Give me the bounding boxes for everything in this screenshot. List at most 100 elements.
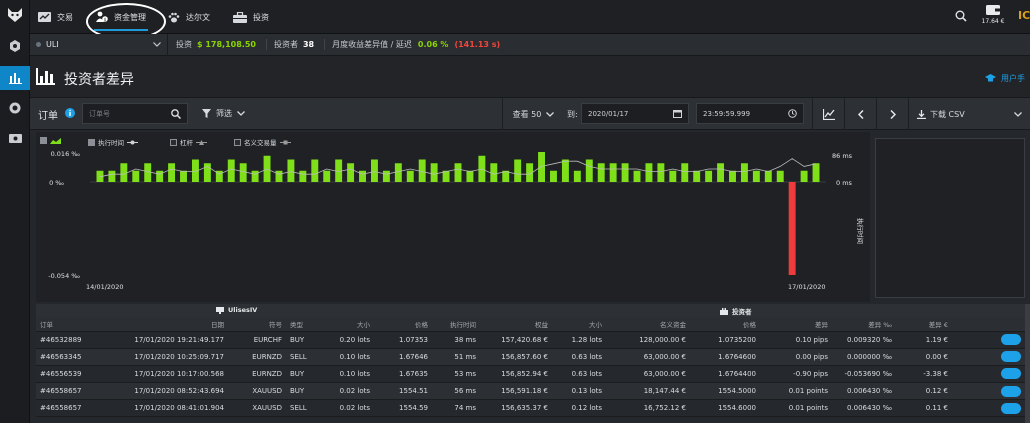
table-row[interactable]: #46558657 17/01/2020 08:41:01.904 XAUUSD SE… xyxy=(36,399,1025,418)
divergence-bar[interactable] xyxy=(681,163,689,182)
divergence-bar[interactable] xyxy=(573,170,581,182)
nav-darwin[interactable]: 达尔文 xyxy=(168,0,210,34)
divergence-bar[interactable] xyxy=(144,163,152,182)
column-header[interactable]: 价格 xyxy=(374,317,432,332)
divergence-bar[interactable] xyxy=(705,170,713,182)
table-row[interactable]: #46556539 17/01/2020 10:17:00.568 EURNZD BU… xyxy=(36,365,1025,384)
divergence-bar[interactable] xyxy=(132,170,140,182)
divergence-bar[interactable] xyxy=(776,170,784,182)
divergence-bar[interactable] xyxy=(466,170,474,182)
divergence-bar[interactable] xyxy=(406,170,414,182)
clock-icon[interactable] xyxy=(788,109,797,118)
wallet-widget[interactable]: 17.64 € xyxy=(976,5,1010,31)
divergence-bar[interactable] xyxy=(693,170,701,182)
divergence-bar[interactable] xyxy=(156,170,164,182)
time-input[interactable]: 23:59:59.999 xyxy=(696,103,804,124)
divergence-bar[interactable] xyxy=(394,163,402,182)
search-icon[interactable] xyxy=(171,108,181,119)
column-header[interactable]: 订单 xyxy=(36,317,108,332)
view-detail-button[interactable] xyxy=(1001,402,1021,414)
divergence-bar[interactable] xyxy=(275,170,283,182)
divergence-bar[interactable] xyxy=(370,159,378,183)
order-search-input[interactable]: 订单号 xyxy=(82,103,188,124)
table-row[interactable]: #46558657 17/01/2020 08:52:43.694 XAUUSD BU… xyxy=(36,382,1025,401)
user-manual-link[interactable]: 用户手 xyxy=(985,73,1025,84)
divergence-bar[interactable] xyxy=(645,163,653,182)
previous-page-button[interactable] xyxy=(844,98,876,130)
view-detail-button[interactable] xyxy=(1001,385,1021,397)
search-icon[interactable] xyxy=(955,10,967,22)
column-header[interactable]: 执行时间 xyxy=(432,317,480,332)
calendar-icon[interactable] xyxy=(673,109,682,118)
divergence-bar[interactable] xyxy=(621,163,629,182)
filter-dropdown[interactable]: 筛选 xyxy=(202,108,245,119)
view-detail-button[interactable] xyxy=(1001,351,1021,363)
column-header[interactable]: 名义资金 xyxy=(606,317,690,332)
page-size-dropdown[interactable]: 查看 50 xyxy=(502,98,564,130)
divergence-bar[interactable] xyxy=(800,170,808,182)
divergence-bar[interactable] xyxy=(454,163,462,182)
divergence-bar[interactable] xyxy=(561,159,569,183)
info-icon[interactable] xyxy=(65,108,75,118)
divergence-bar[interactable] xyxy=(609,163,617,182)
vertical-scrollbar[interactable] xyxy=(1025,304,1030,423)
divergence-bar[interactable] xyxy=(717,163,725,182)
divergence-bar[interactable] xyxy=(585,159,593,183)
download-csv-button[interactable]: 下载 CSV xyxy=(908,98,1030,130)
column-header[interactable]: 大小 xyxy=(324,317,374,332)
view-detail-button[interactable] xyxy=(1001,368,1021,380)
divergence-bar[interactable] xyxy=(323,170,331,182)
divergence-bar[interactable] xyxy=(788,182,796,275)
divergence-bar[interactable] xyxy=(729,170,736,182)
sidebar-money-item[interactable] xyxy=(0,126,30,150)
column-header[interactable]: 权益 xyxy=(480,317,552,332)
column-header[interactable]: 差异 € xyxy=(896,317,952,332)
divergence-bar[interactable] xyxy=(180,170,187,182)
column-header[interactable]: 差异 ‰ xyxy=(832,317,896,332)
column-header[interactable]: 价格 xyxy=(690,317,760,332)
column-header[interactable]: 类型 xyxy=(286,317,324,332)
divergence-bar[interactable] xyxy=(251,170,259,182)
divergence-bar[interactable] xyxy=(597,163,605,182)
divergence-bar[interactable] xyxy=(764,170,772,182)
divergence-bar[interactable] xyxy=(299,170,307,182)
divergence-bar[interactable] xyxy=(168,163,176,182)
divergence-bar[interactable] xyxy=(550,170,557,182)
divergence-bar[interactable] xyxy=(514,159,522,183)
divergence-bar[interactable] xyxy=(311,159,319,183)
divergence-bar[interactable] xyxy=(657,163,665,182)
divergence-bar[interactable] xyxy=(430,163,438,182)
divergence-bar[interactable] xyxy=(752,170,760,182)
sidebar-settings-item[interactable] xyxy=(0,34,30,58)
divergence-bar[interactable] xyxy=(382,170,390,182)
divergence-bar[interactable] xyxy=(669,170,677,182)
divergence-bar[interactable] xyxy=(812,163,820,182)
table-row[interactable]: #46532889 17/01/2020 19:21:49.177 EURCHF BU… xyxy=(36,331,1025,349)
divergence-bar[interactable] xyxy=(120,163,128,182)
divergence-bar[interactable] xyxy=(538,152,546,182)
divergence-bar[interactable] xyxy=(287,159,295,183)
sidebar-record-item[interactable] xyxy=(0,96,30,120)
nav-invest[interactable]: 投资 xyxy=(233,0,269,34)
account-selector[interactable]: ULI xyxy=(30,33,168,56)
column-header[interactable]: 符号 xyxy=(228,317,286,332)
divergence-bar[interactable] xyxy=(740,163,748,182)
column-header[interactable]: 日期 xyxy=(108,317,228,332)
divergence-bar[interactable] xyxy=(108,170,116,182)
column-header[interactable] xyxy=(952,317,1025,332)
divergence-bar[interactable] xyxy=(239,163,247,182)
divergence-bar[interactable] xyxy=(347,163,355,182)
divergence-bar[interactable] xyxy=(359,170,366,182)
chart-toggle-button[interactable] xyxy=(812,98,844,130)
date-input[interactable]: 2020/01/17 xyxy=(581,103,689,124)
column-header[interactable]: 大小 xyxy=(552,317,606,332)
table-row[interactable]: #46563345 17/01/2020 10:25:09.717 EURNZD SE… xyxy=(36,348,1025,366)
column-header[interactable]: 差异 xyxy=(760,317,832,332)
divergence-bar[interactable] xyxy=(633,170,641,182)
divergence-bar[interactable] xyxy=(227,159,235,183)
next-page-button[interactable] xyxy=(876,98,908,130)
sidebar-chart-item[interactable] xyxy=(0,66,30,90)
nav-trade[interactable]: 交易 xyxy=(38,0,73,34)
view-detail-button[interactable] xyxy=(1001,334,1021,346)
wolf-logo-icon[interactable] xyxy=(6,6,24,24)
